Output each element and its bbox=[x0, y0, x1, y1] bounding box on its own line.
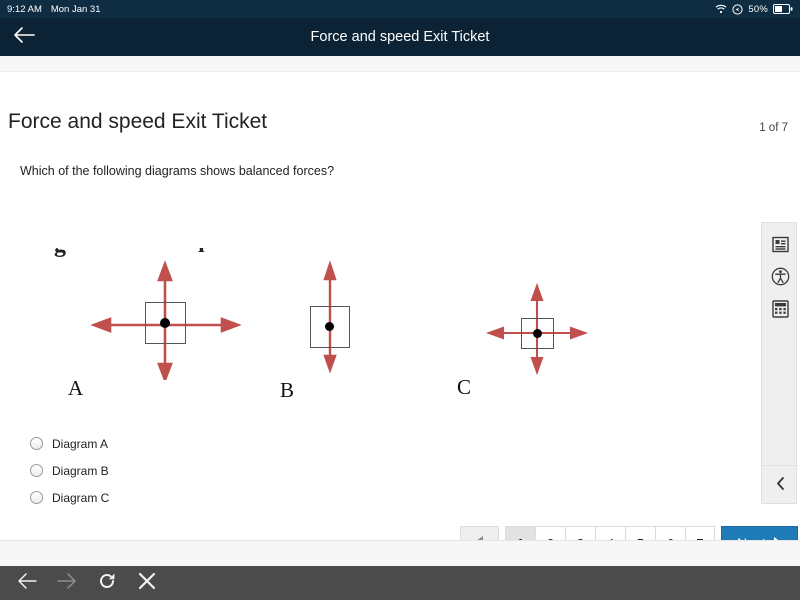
clipped-text-row: g i bbox=[46, 248, 346, 260]
radio-button-b[interactable] bbox=[30, 464, 43, 477]
radio-button-c[interactable] bbox=[30, 491, 43, 504]
accessibility-button[interactable] bbox=[762, 263, 798, 295]
tool-rail-collapse-button[interactable] bbox=[762, 465, 798, 503]
answer-options: Diagram A Diagram B Diagram C bbox=[30, 430, 109, 511]
diagram-b-center-dot bbox=[325, 322, 334, 331]
browser-back-button[interactable] bbox=[14, 570, 40, 596]
assessment-content: Force and speed Exit Ticket 1 of 7 Which… bbox=[0, 72, 800, 566]
clipped-glyph-a: g bbox=[54, 248, 66, 259]
battery-icon bbox=[773, 4, 793, 14]
diagram-b: B bbox=[280, 260, 410, 410]
wifi-icon bbox=[715, 4, 727, 14]
browser-toolbar bbox=[0, 566, 800, 600]
back-arrow-icon bbox=[12, 25, 36, 50]
header-title: Force and speed Exit Ticket bbox=[310, 29, 490, 45]
chevron-left-icon bbox=[776, 476, 785, 493]
force-diagrams-figure: A B C bbox=[0, 260, 740, 410]
option-label-c: Diagram C bbox=[52, 490, 110, 505]
tool-rail-buttons bbox=[762, 223, 796, 327]
diagram-c-center-dot bbox=[533, 329, 542, 338]
question-text: Which of the following diagrams shows ba… bbox=[20, 164, 335, 178]
tablet-screen: 9:12 AM Mon Jan 31 50% Force and speed E… bbox=[0, 0, 800, 600]
reference-sheet-button[interactable] bbox=[762, 231, 798, 263]
calculator-button[interactable] bbox=[762, 295, 798, 327]
option-diagram-a[interactable]: Diagram A bbox=[30, 430, 109, 457]
radio-button-a[interactable] bbox=[30, 437, 43, 450]
accessibility-icon bbox=[771, 267, 790, 291]
app-header: Force and speed Exit Ticket bbox=[0, 18, 800, 56]
browser-reload-button[interactable] bbox=[94, 570, 120, 596]
footer-band bbox=[0, 540, 800, 566]
option-diagram-b[interactable]: Diagram B bbox=[30, 457, 109, 484]
browser-close-button[interactable] bbox=[134, 570, 160, 596]
reference-sheet-icon bbox=[771, 236, 789, 258]
option-label-b: Diagram B bbox=[52, 463, 109, 478]
status-left: 9:12 AM Mon Jan 31 bbox=[7, 4, 101, 15]
diagram-a: A bbox=[68, 260, 250, 410]
diagram-c: C bbox=[455, 260, 625, 410]
browser-forward-icon bbox=[56, 572, 78, 595]
status-time: 9:12 AM bbox=[7, 3, 42, 15]
header-underband bbox=[0, 56, 800, 72]
status-date: Mon Jan 31 bbox=[50, 3, 101, 15]
calculator-icon bbox=[771, 299, 789, 323]
header-back-button[interactable] bbox=[0, 18, 48, 56]
location-icon bbox=[732, 3, 743, 15]
page-counter: 1 of 7 bbox=[759, 122, 788, 134]
browser-forward-button[interactable] bbox=[54, 570, 80, 596]
option-label-a: Diagram A bbox=[52, 436, 109, 451]
status-bar: 9:12 AM Mon Jan 31 50% bbox=[0, 0, 800, 18]
status-right: 50% bbox=[715, 4, 793, 15]
battery-percent: 50% bbox=[748, 3, 768, 15]
diagram-c-label: C bbox=[457, 375, 472, 399]
browser-reload-icon bbox=[97, 571, 117, 596]
diagram-a-center-dot bbox=[160, 318, 170, 328]
page-title: Force and speed Exit Ticket bbox=[8, 110, 268, 133]
tool-rail bbox=[761, 222, 798, 504]
option-diagram-c[interactable]: Diagram C bbox=[30, 484, 109, 511]
diagram-b-label: B bbox=[280, 378, 295, 402]
clipped-glyph-b: i bbox=[198, 248, 205, 259]
browser-close-icon bbox=[138, 572, 156, 595]
diagram-a-label: A bbox=[68, 376, 84, 400]
browser-back-icon bbox=[16, 572, 38, 595]
